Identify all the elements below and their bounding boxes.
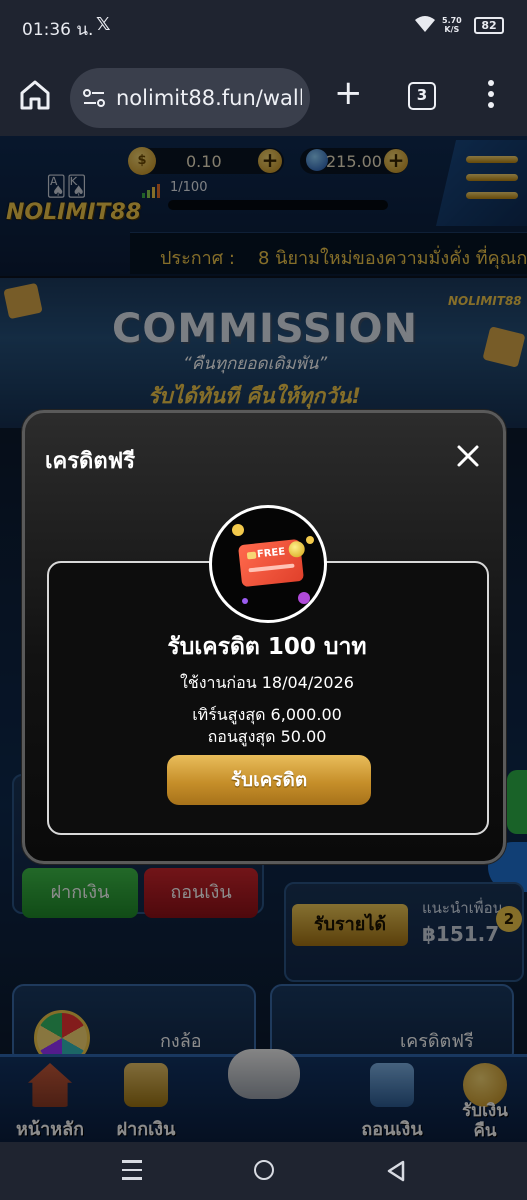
tab-switcher-button[interactable]: 3 xyxy=(408,82,436,110)
claim-credit-button[interactable]: รับเครดิต xyxy=(167,755,371,805)
system-home-icon[interactable] xyxy=(254,1160,274,1180)
recent-apps-icon[interactable] xyxy=(122,1160,142,1180)
net-speed-unit: K/S xyxy=(444,25,460,34)
battery-icon: 82 xyxy=(474,17,504,34)
back-icon[interactable] xyxy=(386,1160,406,1182)
site-settings-icon[interactable] xyxy=(82,88,106,108)
browser-toolbar: nolimit88.fun/wall + 3 xyxy=(0,56,527,136)
use-before-text: ใช้งานก่อน 18/04/2026 xyxy=(180,673,354,692)
url-text[interactable]: nolimit88.fun/wall xyxy=(116,86,302,110)
close-icon[interactable] xyxy=(455,443,481,469)
free-credit-card-icon: FREE xyxy=(209,505,327,623)
credit-card-graphic: FREE xyxy=(237,538,306,588)
status-bar: 01:36 น. 𝕏 5.70 K/S 82 xyxy=(0,0,527,56)
net-speed: 5.70 K/S xyxy=(442,16,462,34)
net-speed-value: 5.70 xyxy=(442,16,462,25)
browser-home-icon[interactable] xyxy=(18,78,52,112)
claim-title: รับเครดิต 100 บาท xyxy=(167,634,367,660)
status-time: 01:36 น. xyxy=(22,20,94,40)
free-label: FREE xyxy=(256,546,286,561)
address-bar[interactable]: nolimit88.fun/wall xyxy=(70,68,310,128)
system-nav-bar xyxy=(0,1142,527,1200)
x-app-icon: 𝕏 xyxy=(96,14,111,35)
new-tab-button[interactable]: + xyxy=(334,76,363,110)
wifi-icon xyxy=(415,16,435,32)
browser-menu-icon[interactable] xyxy=(486,80,496,112)
max-withdraw-text: ถอนสูงสุด 50.00 xyxy=(207,727,327,746)
free-credit-modal: เครดิตฟรี FREE รับเครดิต 100 บาท ใช้งานก… xyxy=(22,410,506,864)
modal-title: เครดิตฟรี xyxy=(45,449,136,474)
